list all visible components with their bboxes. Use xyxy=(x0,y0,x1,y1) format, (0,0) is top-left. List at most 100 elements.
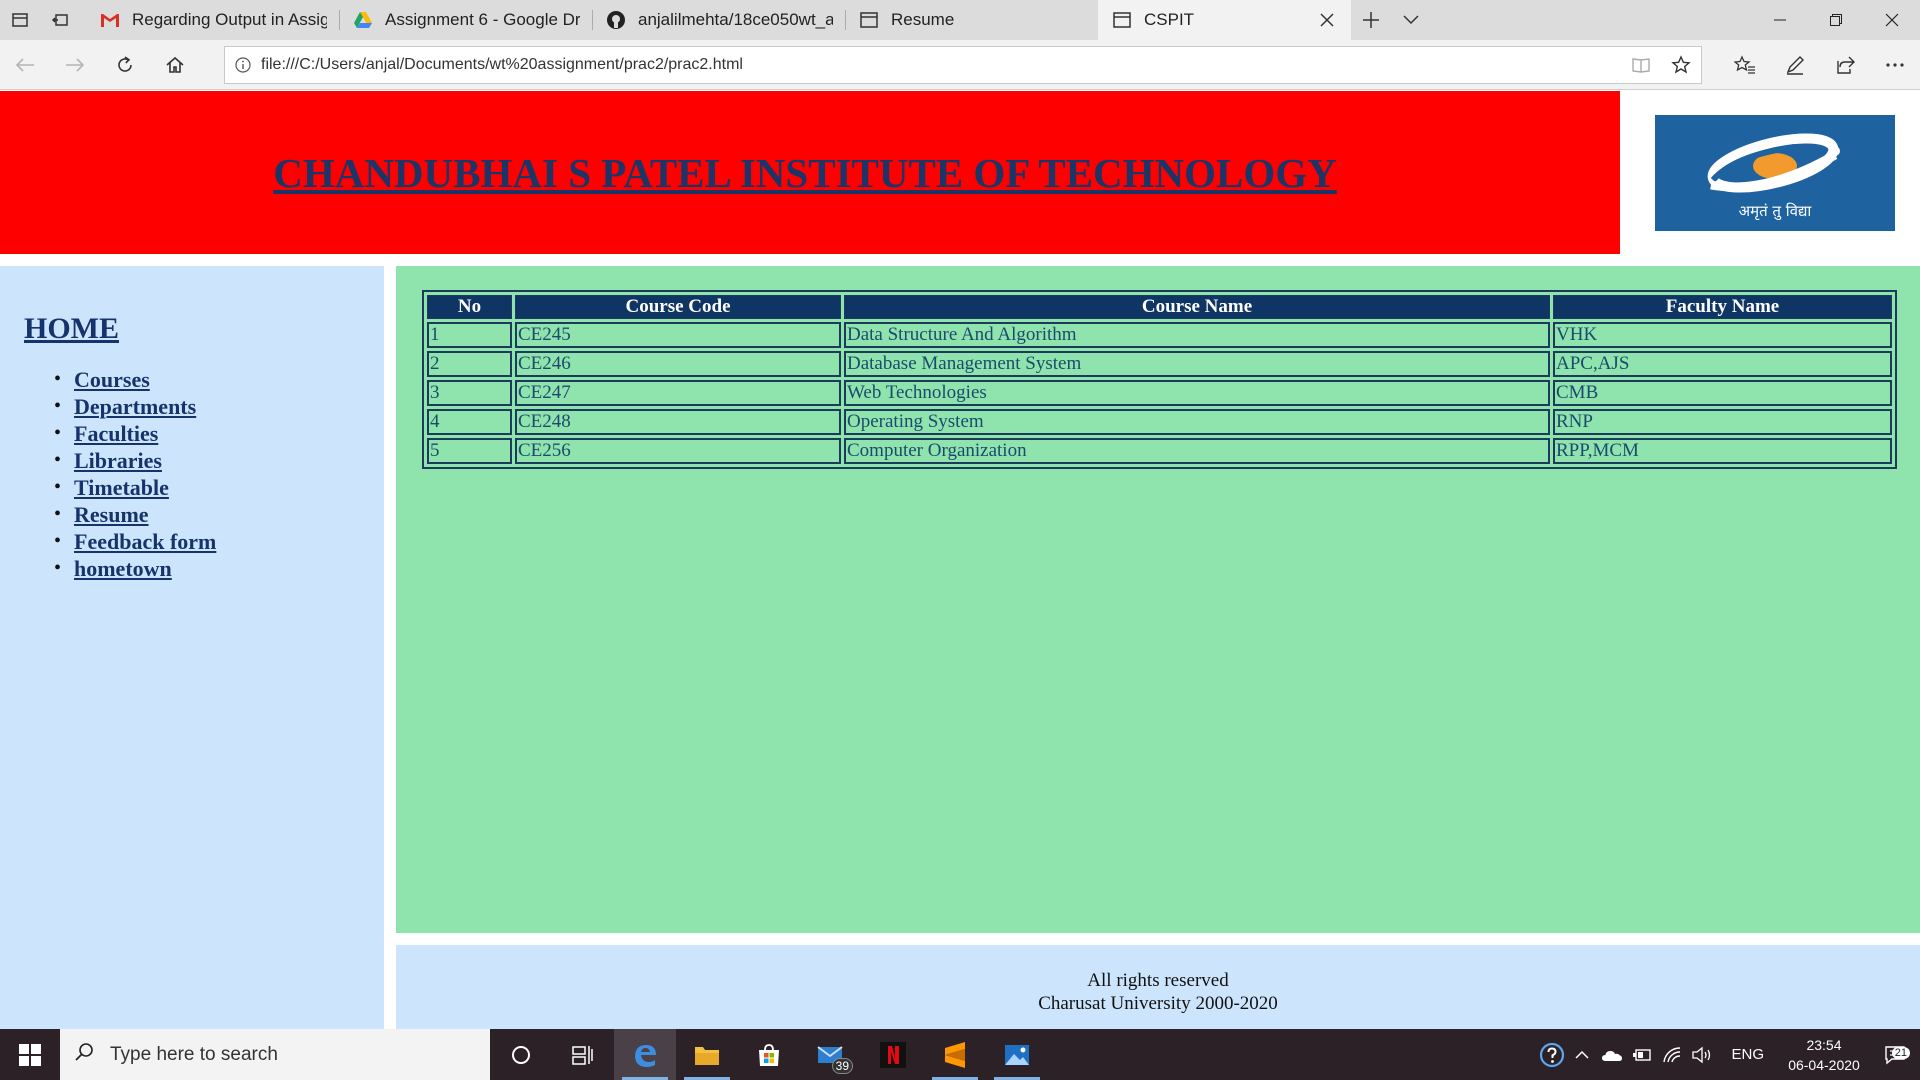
set-tabs-aside-icon[interactable] xyxy=(40,0,80,40)
tab-bar-spacer xyxy=(1431,0,1752,40)
chevron-up-icon[interactable] xyxy=(1567,1050,1597,1060)
cell-course-name: Web Technologies xyxy=(844,380,1550,406)
logo-emblem-icon xyxy=(1707,133,1840,193)
page-header: CHANDUBHAI S PATEL INSTITUTE OF TECHNOLO… xyxy=(0,91,1620,254)
sublime-text-icon[interactable] xyxy=(924,1029,986,1080)
taskbar-clock[interactable]: 23:54 06-04-2020 xyxy=(1778,1035,1870,1075)
cell-faculty-name: RNP xyxy=(1553,409,1892,435)
tab-cspit[interactable]: CSPIT xyxy=(1098,0,1351,40)
sidebar-link-hometown[interactable]: hometown xyxy=(74,556,172,581)
minimize-button[interactable] xyxy=(1752,0,1808,40)
address-bar[interactable]: file:///C:/Users/anjal/Documents/wt%20as… xyxy=(224,45,1702,84)
wifi-icon[interactable] xyxy=(1657,1046,1687,1064)
tab-github[interactable]: anjalilmehta/18ce050wt_ass xyxy=(592,0,845,40)
navigation-bar: file:///C:/Users/anjal/Documents/wt%20as… xyxy=(0,40,1920,90)
sidebar-link-faculties[interactable]: Faculties xyxy=(74,421,158,446)
cortana-icon[interactable] xyxy=(490,1029,552,1080)
cell-faculty-name: VHK xyxy=(1553,322,1892,348)
tab-manager-icon[interactable] xyxy=(0,0,40,40)
windows-start-icon[interactable] xyxy=(0,1029,60,1080)
close-tab-icon[interactable] xyxy=(1315,8,1339,32)
list-item: Faculties xyxy=(54,420,384,447)
column-header-no: No xyxy=(427,295,512,319)
tab-strip-left-controls xyxy=(0,0,86,40)
table-row: 3 CE247 Web Technologies CMB xyxy=(427,380,1892,406)
mail-icon[interactable]: 39 xyxy=(800,1029,862,1080)
photos-icon[interactable] xyxy=(986,1029,1048,1080)
google-drive-icon xyxy=(351,8,375,32)
new-tab-button[interactable] xyxy=(1351,0,1391,40)
netflix-icon[interactable] xyxy=(862,1029,924,1080)
action-center-icon[interactable]: 21 xyxy=(1870,1045,1920,1065)
favorites-icon[interactable] xyxy=(1720,40,1770,90)
pen-icon[interactable] xyxy=(1770,40,1820,90)
home-icon[interactable] xyxy=(150,40,200,90)
sidebar-nav-list: Courses Departments Faculties Libraries … xyxy=(24,366,384,582)
cell-course-code: CE246 xyxy=(515,351,841,377)
sidebar-link-courses[interactable]: Courses xyxy=(74,367,150,392)
cell-faculty-name: RPP,MCM xyxy=(1553,438,1892,464)
browser-tab-bar: Regarding Output in Assign Assignment 6 … xyxy=(0,0,1920,40)
info-icon[interactable] xyxy=(225,56,261,73)
microsoft-store-icon[interactable] xyxy=(738,1029,800,1080)
github-icon xyxy=(604,8,628,32)
column-header-course-name: Course Name xyxy=(844,295,1550,319)
onedrive-icon[interactable] xyxy=(1597,1048,1627,1062)
notification-count: 21 xyxy=(1891,1046,1910,1059)
page-icon xyxy=(857,8,881,32)
language-indicator[interactable]: ENG xyxy=(1731,1046,1764,1063)
tab-resume[interactable]: Resume xyxy=(845,0,1098,40)
cell-no: 2 xyxy=(427,351,512,377)
reading-view-icon[interactable] xyxy=(1621,47,1661,83)
battery-icon[interactable] xyxy=(1627,1048,1657,1062)
cell-course-name: Operating System xyxy=(844,409,1550,435)
cell-faculty-name: APC,AJS xyxy=(1553,351,1892,377)
gmail-icon xyxy=(98,8,122,32)
forward-icon[interactable] xyxy=(50,40,100,90)
tab-label: Regarding Output in Assign xyxy=(132,10,327,29)
tab-label: CSPIT xyxy=(1144,10,1195,29)
table-header-row: No Course Code Course Name Faculty Name xyxy=(427,295,1892,319)
volume-icon[interactable] xyxy=(1687,1046,1717,1064)
refresh-icon[interactable] xyxy=(100,40,150,90)
edge-browser-icon[interactable] xyxy=(614,1029,676,1080)
cell-course-name: Data Structure And Algorithm xyxy=(844,322,1550,348)
sidebar-link-timetable[interactable]: Timetable xyxy=(74,475,169,500)
share-icon[interactable] xyxy=(1820,40,1870,90)
windows-taskbar: Type here to search 39 ENG 23:54 06-04-2… xyxy=(0,1029,1920,1080)
sidebar-home-link[interactable]: HOME xyxy=(24,312,384,346)
task-view-icon[interactable] xyxy=(552,1029,614,1080)
page-viewport: CHANDUBHAI S PATEL INSTITUTE OF TECHNOLO… xyxy=(0,91,1920,1029)
column-header-course-code: Course Code xyxy=(515,295,841,319)
clock-time: 23:54 xyxy=(1806,1036,1842,1053)
toolbar-right xyxy=(1720,40,1920,90)
tab-gmail[interactable]: Regarding Output in Assign xyxy=(86,0,339,40)
sidebar-link-resume[interactable]: Resume xyxy=(74,502,149,527)
tab-google-drive[interactable]: Assignment 6 - Google Driv xyxy=(339,0,592,40)
main-content: No Course Code Course Name Faculty Name … xyxy=(396,266,1920,933)
search-placeholder: Type here to search xyxy=(110,1043,278,1065)
sidebar-link-libraries[interactable]: Libraries xyxy=(74,448,162,473)
list-item: hometown xyxy=(54,555,384,582)
close-window-button[interactable] xyxy=(1864,0,1920,40)
sidebar-link-feedback-form[interactable]: Feedback form xyxy=(74,529,216,554)
sidebar-link-departments[interactable]: Departments xyxy=(74,394,196,419)
url-text[interactable]: file:///C:/Users/anjal/Documents/wt%20as… xyxy=(261,56,1621,74)
restore-button[interactable] xyxy=(1808,0,1864,40)
back-icon[interactable] xyxy=(0,40,50,90)
cell-no: 3 xyxy=(427,380,512,406)
help-icon[interactable] xyxy=(1537,1042,1567,1068)
cell-faculty-name: CMB xyxy=(1553,380,1892,406)
taskbar-search-box[interactable]: Type here to search xyxy=(60,1029,490,1080)
star-icon[interactable] xyxy=(1661,47,1701,83)
file-explorer-icon[interactable] xyxy=(676,1029,738,1080)
cell-course-code: CE245 xyxy=(515,322,841,348)
more-icon[interactable] xyxy=(1870,40,1920,90)
cell-no: 1 xyxy=(427,322,512,348)
table-row: 4 CE248 Operating System RNP xyxy=(427,409,1892,435)
mail-badge: 39 xyxy=(831,1058,853,1074)
chevron-down-icon[interactable] xyxy=(1391,0,1431,40)
page-title[interactable]: CHANDUBHAI S PATEL INSTITUTE OF TECHNOLO… xyxy=(273,149,1337,197)
search-icon xyxy=(74,1042,94,1067)
logo-motto: अमृतं तु विद्या xyxy=(1738,202,1812,220)
